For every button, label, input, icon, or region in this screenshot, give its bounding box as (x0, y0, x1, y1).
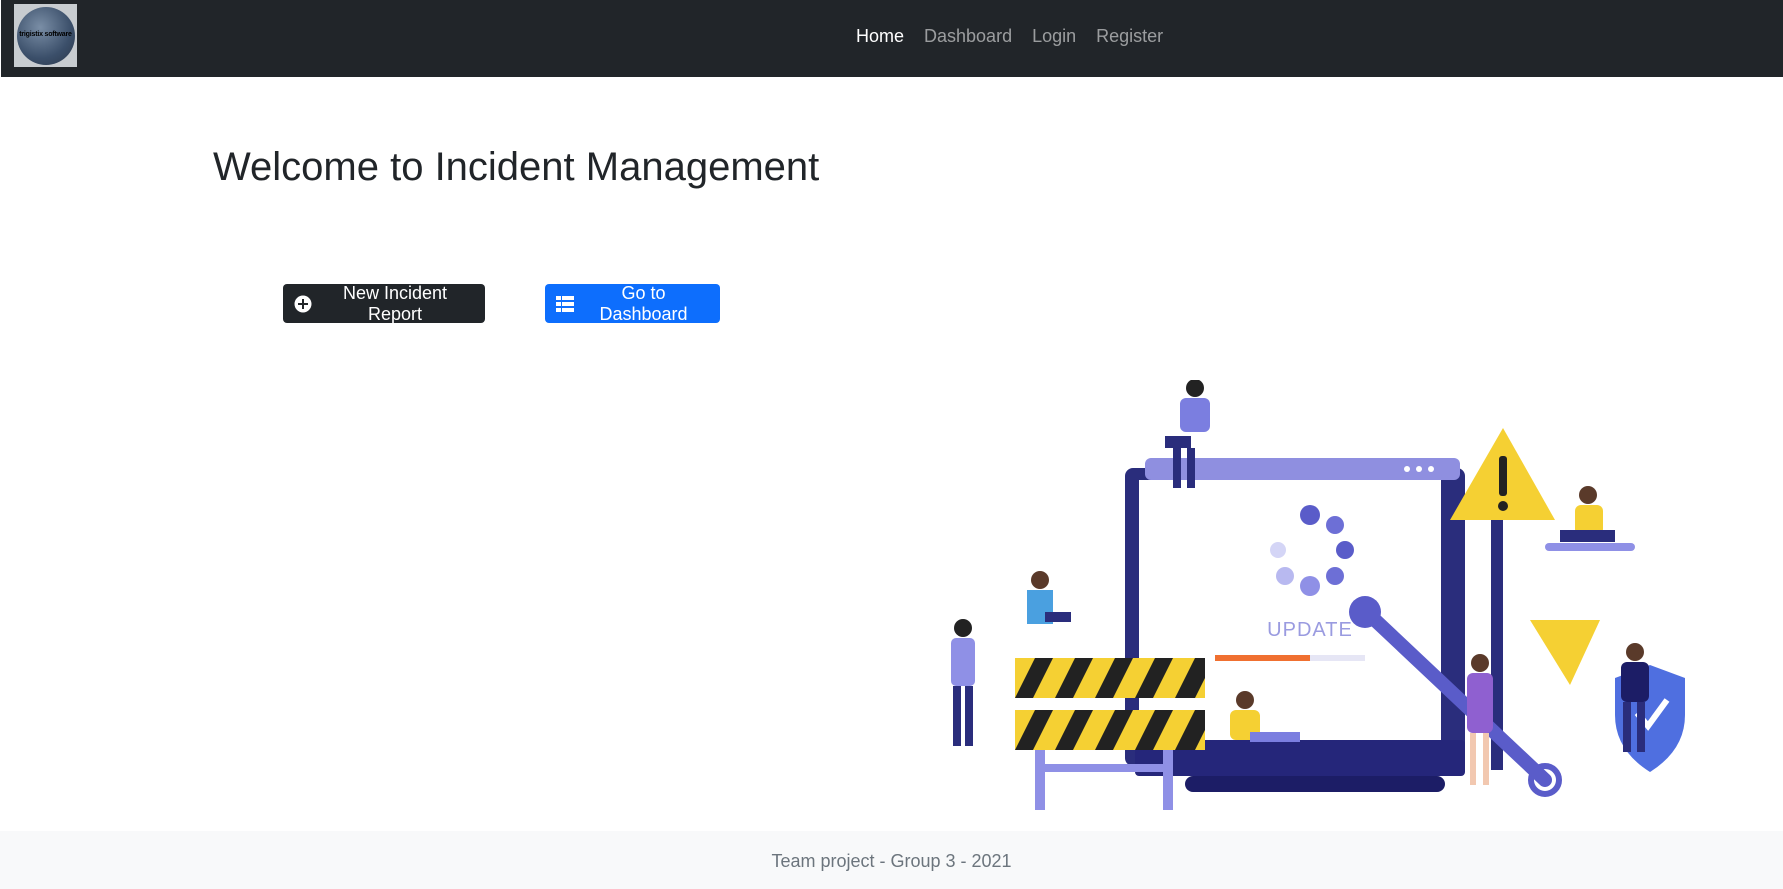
page-title: Welcome to Incident Management (213, 145, 820, 189)
table-list-icon (556, 295, 574, 312)
nav-link-register[interactable]: Register (1096, 26, 1163, 47)
nav-link-home[interactable]: Home (856, 26, 904, 47)
logo-text: trigistix software (19, 30, 72, 38)
globe-logo-icon: trigistix software (16, 6, 75, 65)
new-incident-report-label: New Incident Report (342, 282, 448, 324)
top-navbar: trigistix software Home Dashboard Login … (1, 0, 1783, 77)
go-to-dashboard-button[interactable]: Go to Dashboard (545, 282, 720, 324)
plus-circle-icon (294, 295, 312, 313)
go-to-dashboard-label: Go to Dashboard (599, 282, 688, 324)
nav-links: Home Dashboard Login Register (856, 0, 1183, 73)
page-footer: Team project - Group 3 - 2021 (0, 831, 1783, 889)
nav-link-dashboard[interactable]: Dashboard (924, 26, 1012, 47)
update-label: UPDATE (1267, 619, 1353, 641)
footer-text: Team project - Group 3 - 2021 (771, 850, 1012, 871)
nav-link-login[interactable]: Login (1032, 26, 1076, 47)
site-logo[interactable]: trigistix software (14, 4, 77, 67)
incident-update-illustration: UPDATE (951, 380, 1685, 810)
new-incident-report-button[interactable]: New Incident Report (283, 282, 485, 324)
